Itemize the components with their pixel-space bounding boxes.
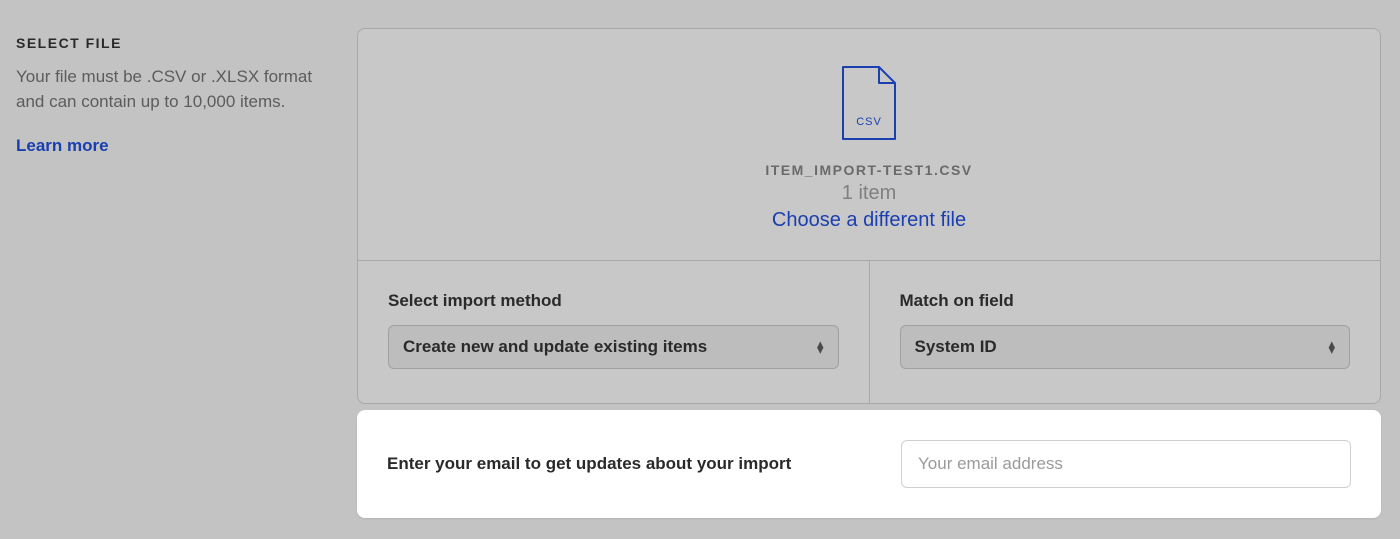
select-file-description: Your file must be .CSV or .XLSX format a… [16,65,336,114]
choose-different-file-link[interactable]: Choose a different file [378,209,1360,232]
match-field-cell: Match on field System ID ▴▾ [870,261,1381,403]
csv-file-icon: CSV [841,65,897,141]
file-import-card: CSV ITEM_IMPORT-TEST1.CSV 1 item Choose … [357,28,1381,404]
email-notification-card: Enter your email to get updates about yo… [357,410,1381,518]
learn-more-link[interactable]: Learn more [16,136,109,155]
stepper-icon: ▴▾ [817,341,824,353]
email-field[interactable] [901,440,1351,488]
svg-text:CSV: CSV [856,116,882,128]
match-field-select[interactable]: System ID ▴▾ [900,325,1351,369]
select-file-title: SELECT FILE [16,35,336,51]
sidebar: SELECT FILE Your file must be .CSV or .X… [16,35,336,156]
import-method-label: Select import method [388,291,839,311]
match-field-label: Match on field [900,291,1351,311]
import-method-value: Create new and update existing items [403,337,707,357]
import-method-select[interactable]: Create new and update existing items ▴▾ [388,325,839,369]
item-count: 1 item [378,182,1360,205]
email-prompt-label: Enter your email to get updates about yo… [387,454,901,474]
uploaded-file-section: CSV ITEM_IMPORT-TEST1.CSV 1 item Choose … [358,29,1380,260]
import-method-cell: Select import method Create new and upda… [358,261,870,403]
import-options-row: Select import method Create new and upda… [358,260,1380,403]
stepper-icon: ▴▾ [1328,341,1335,353]
uploaded-filename: ITEM_IMPORT-TEST1.CSV [378,162,1360,178]
match-field-value: System ID [915,337,997,357]
